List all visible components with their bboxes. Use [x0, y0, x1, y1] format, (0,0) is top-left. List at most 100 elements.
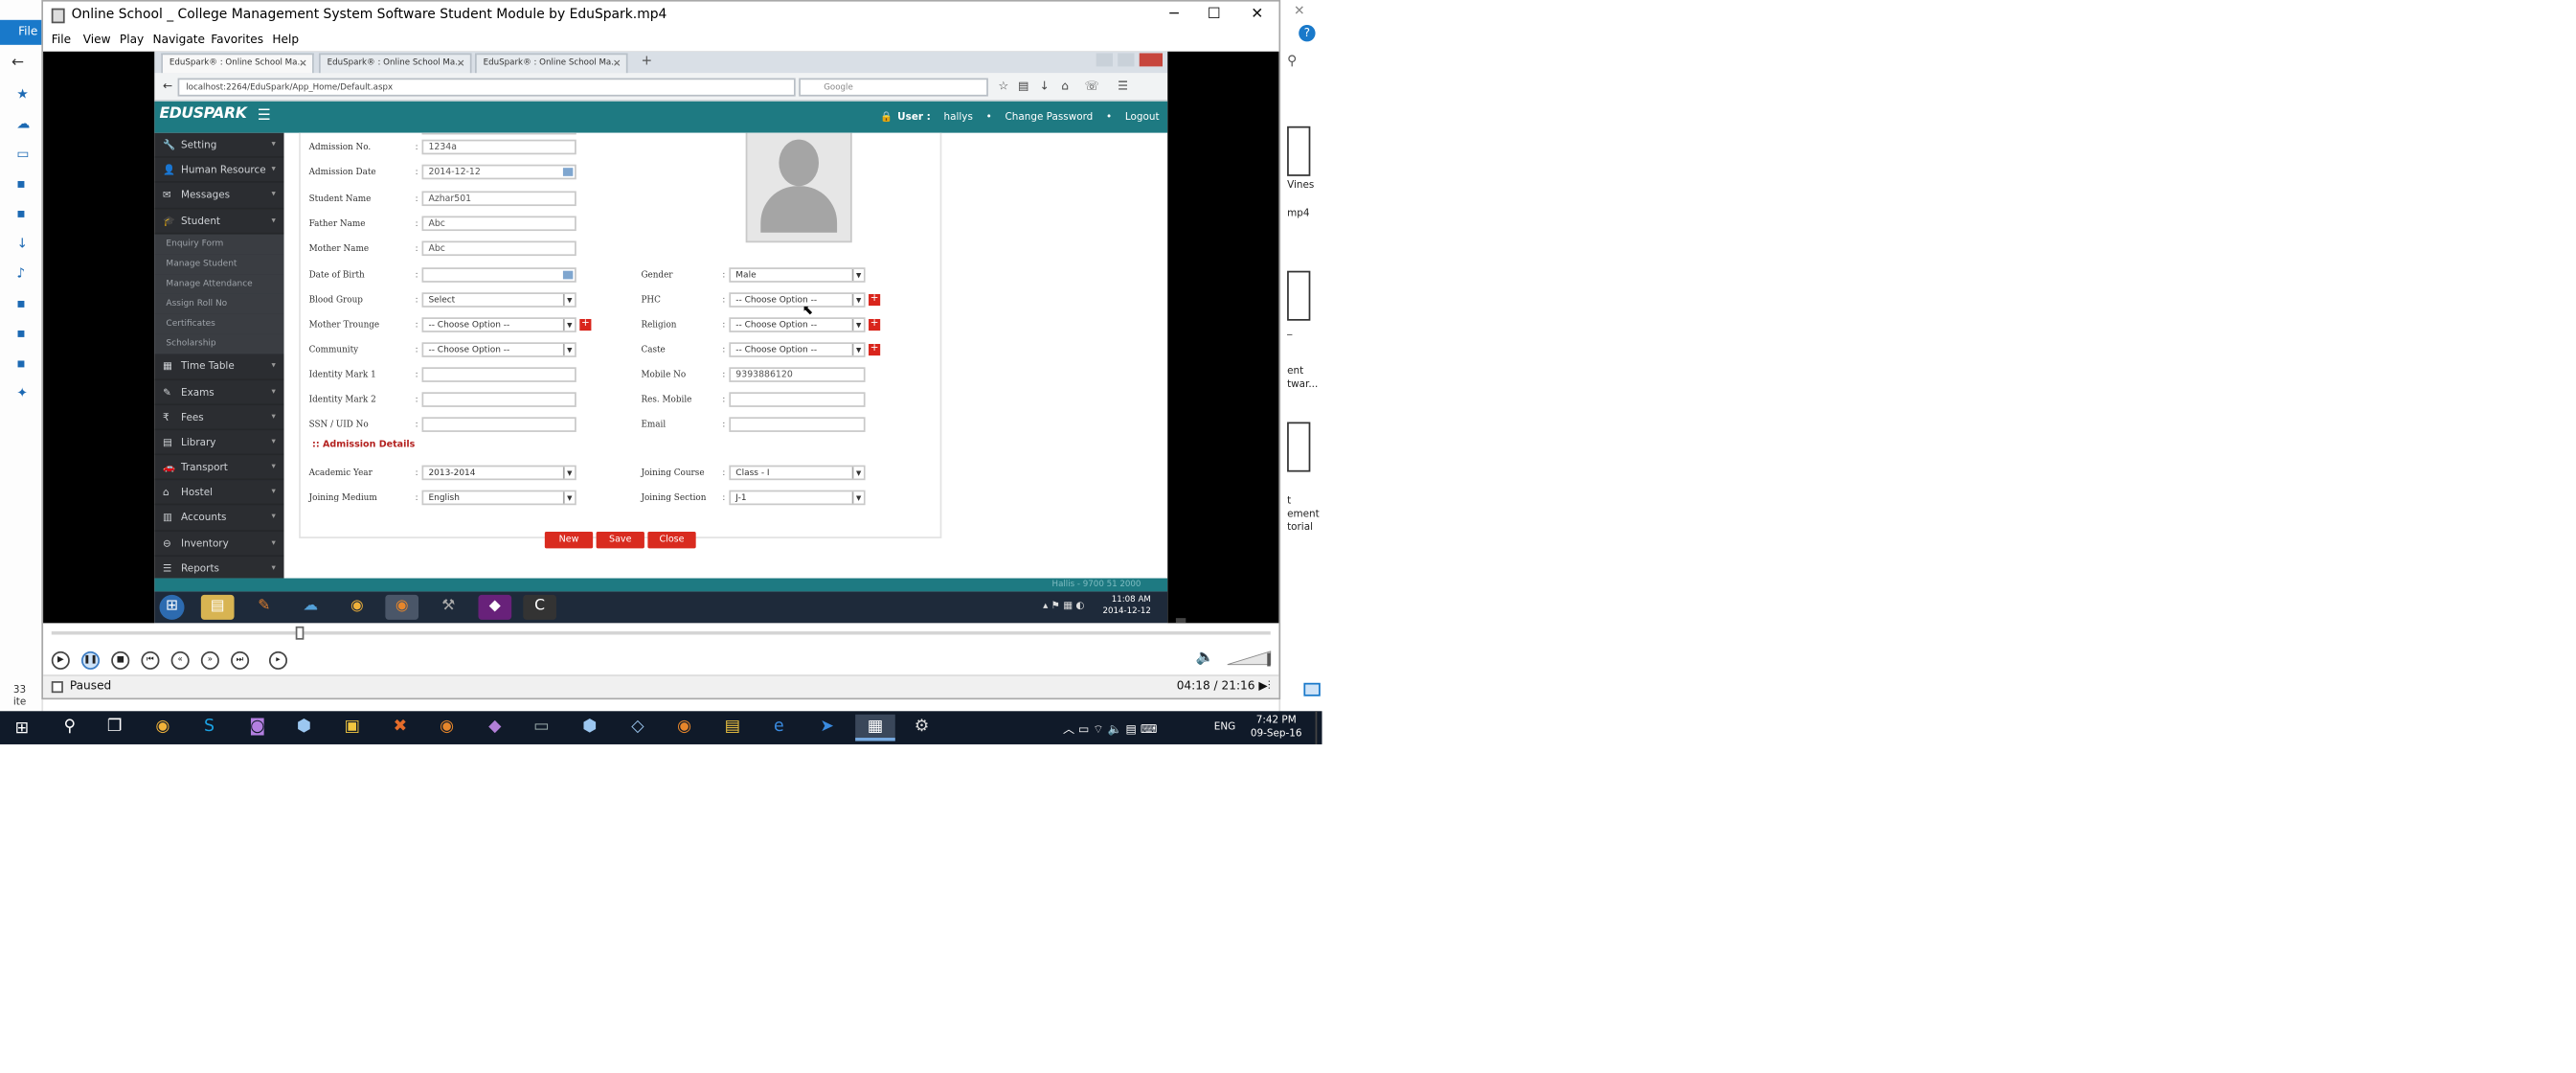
close-icon[interactable]: ✕	[299, 55, 307, 73]
close-button[interactable]: Close	[647, 531, 696, 549]
sidebar-item-time-table[interactable]: ▦ Time Table ▾	[154, 354, 284, 380]
explorer-file-tab[interactable]: File	[0, 19, 44, 45]
box-app-icon[interactable]: ⬢	[284, 715, 325, 742]
folder-icon[interactable]: ▪	[16, 206, 33, 222]
tools-icon[interactable]: ⚒	[432, 595, 465, 620]
view-toggle-icon[interactable]	[1303, 682, 1321, 696]
gender-select[interactable]: Male ▼	[729, 267, 866, 283]
close-icon[interactable]: ✕	[457, 55, 465, 73]
sidebar-item-transport[interactable]: 🚗 Transport ▾	[154, 455, 284, 481]
ssn-input[interactable]	[421, 417, 576, 432]
menu-toggle-icon[interactable]: ☰	[258, 108, 271, 125]
monitor-icon[interactable]: ▭	[16, 147, 33, 163]
previous-button[interactable]: ⏮	[141, 651, 160, 670]
sidebar-subitem-assign-roll-no[interactable]: Assign Roll No	[154, 294, 284, 314]
chat-icon[interactable]: ☏	[1084, 80, 1098, 93]
telegram-icon[interactable]: ➤	[807, 715, 847, 742]
academic-year-select[interactable]: 2013-2014 ▼	[421, 465, 576, 481]
help-icon[interactable]: ?	[1299, 25, 1316, 42]
speed-icon[interactable]: ▶⫶	[1258, 679, 1270, 693]
hamburger-menu-icon[interactable]: ☰	[1118, 80, 1128, 93]
save-button[interactable]: Save	[596, 531, 644, 549]
inner-search-box[interactable]: Google	[799, 78, 988, 97]
religion-select[interactable]: -- Choose Option -- ▼	[729, 317, 866, 332]
sidebar-item-inventory[interactable]: ⊖ Inventory ▾	[154, 531, 284, 557]
seek-bar[interactable]	[51, 626, 1271, 640]
video-area[interactable]: EduSpark® : Online School Ma... ✕ EduSpar…	[43, 51, 1279, 624]
search-icon[interactable]: ⚲	[50, 715, 90, 742]
search-icon[interactable]: ⚲	[1287, 53, 1297, 68]
visual-studio-icon[interactable]: ◆	[475, 715, 515, 742]
sidebar-subitem-certificates[interactable]: Certificates	[154, 313, 284, 334]
show-desktop-button[interactable]	[1315, 711, 1322, 744]
menu-file[interactable]: File	[52, 34, 71, 47]
clipboard-icon[interactable]: ▤	[1018, 80, 1028, 93]
skype-icon[interactable]: S	[190, 715, 230, 742]
start-button-icon[interactable]: ⊞	[15, 719, 30, 738]
network-icon[interactable]: ✦	[16, 385, 33, 401]
app-icon[interactable]: ◇	[618, 715, 658, 742]
sidebar-subitem-enquiry-form[interactable]: Enquiry Form	[154, 234, 284, 255]
seek-thumb[interactable]	[295, 626, 305, 640]
joining-section-select[interactable]: J-1 ▼	[729, 490, 866, 506]
close-icon[interactable]: ✕	[613, 55, 621, 73]
disk-icon[interactable]: ▪	[16, 355, 33, 372]
res-mobile-input[interactable]	[729, 392, 866, 407]
inner-clock[interactable]: 11:08 AM 2014-12-12	[1102, 595, 1150, 618]
chrome-icon[interactable]: ◉	[341, 595, 374, 620]
new-tab-icon[interactable]: +	[641, 53, 652, 68]
dob-input[interactable]	[421, 267, 576, 283]
tray-icons[interactable]: ︿ ▭ ⌔ 🔈 ▤ ⌨	[1063, 721, 1157, 738]
sidebar-item-accounts[interactable]: ▥ Accounts ▾	[154, 506, 284, 532]
folder-icon[interactable]: ▪	[16, 296, 33, 312]
sidebar-item-fees[interactable]: ₹ Fees ▾	[154, 405, 284, 430]
forward-button[interactable]: »	[200, 651, 219, 670]
sidebar-item-human-resource[interactable]: 👤 Human Resource ▾	[154, 158, 284, 184]
caste-select[interactable]: -- Choose Option -- ▼	[729, 342, 866, 357]
calendar-icon[interactable]	[562, 270, 574, 280]
rewind-button[interactable]: «	[170, 651, 190, 670]
identity-mark-2-input[interactable]	[421, 392, 576, 407]
firefox-icon[interactable]: ◉	[385, 594, 419, 620]
add-mother-tongue-button[interactable]: +	[579, 318, 592, 331]
back-arrow-icon[interactable]: ←	[163, 80, 172, 93]
stop-button[interactable]: ■	[111, 651, 130, 670]
media-player-icon[interactable]: ▦	[855, 714, 895, 742]
menu-navigate[interactable]: Navigate	[153, 34, 205, 47]
star-icon[interactable]: ☆	[998, 80, 1008, 93]
frame-step-button[interactable]: ▸	[268, 651, 288, 670]
admission-no-input[interactable]: 1234a	[421, 139, 576, 155]
edge-icon[interactable]: e	[759, 715, 800, 742]
email-input[interactable]	[729, 417, 866, 432]
back-arrow-icon[interactable]: ←	[11, 55, 24, 71]
language-indicator[interactable]: ENG	[1214, 721, 1235, 733]
firefox-icon[interactable]: ◉	[665, 715, 705, 742]
url-bar[interactable]: localhost:2264/EduSpark/App_Home/Default…	[177, 78, 796, 97]
xampp-icon[interactable]: ✖	[380, 715, 420, 742]
sidebar-item-setting[interactable]: 🔧 Setting ▾	[154, 133, 284, 159]
inner-tab[interactable]: EduSpark® : Online School Ma... ✕	[318, 53, 472, 74]
media-app-icon[interactable]: ◙	[237, 715, 278, 742]
file-thumbnail[interactable]	[1287, 270, 1311, 321]
firefox-icon[interactable]: ◉	[427, 715, 467, 742]
inner-close-icon[interactable]	[1139, 53, 1164, 67]
student-name-input[interactable]: Azhar501	[421, 191, 576, 207]
sidebar-subitem-scholarship[interactable]: Scholarship	[154, 333, 284, 354]
change-password-link[interactable]: Change Password	[1006, 111, 1094, 123]
windows-orb-icon[interactable]: ⊞	[159, 594, 185, 620]
chrome-icon[interactable]: ◉	[143, 715, 183, 742]
sidebar-item-library[interactable]: ▤ Library ▾	[154, 430, 284, 456]
terminal-icon[interactable]: ▭	[522, 715, 562, 742]
app-c-icon[interactable]: C	[523, 594, 556, 620]
mother-tongue-select[interactable]: -- Choose Option -- ▼	[421, 317, 576, 332]
file-explorer-icon[interactable]: ▤	[712, 715, 753, 742]
cloud-icon[interactable]: ☁	[16, 116, 33, 132]
calendar-icon[interactable]	[562, 168, 574, 176]
download-icon[interactable]: ↓	[16, 236, 33, 252]
mother-name-input[interactable]: Abc	[421, 240, 576, 257]
app-logo[interactable]: EDUSPARK	[159, 106, 246, 123]
menu-help[interactable]: Help	[272, 34, 299, 47]
blood-group-select[interactable]: Select ▼	[421, 292, 576, 308]
paint-icon[interactable]: ✎	[247, 595, 281, 620]
student-photo[interactable]	[745, 132, 852, 243]
